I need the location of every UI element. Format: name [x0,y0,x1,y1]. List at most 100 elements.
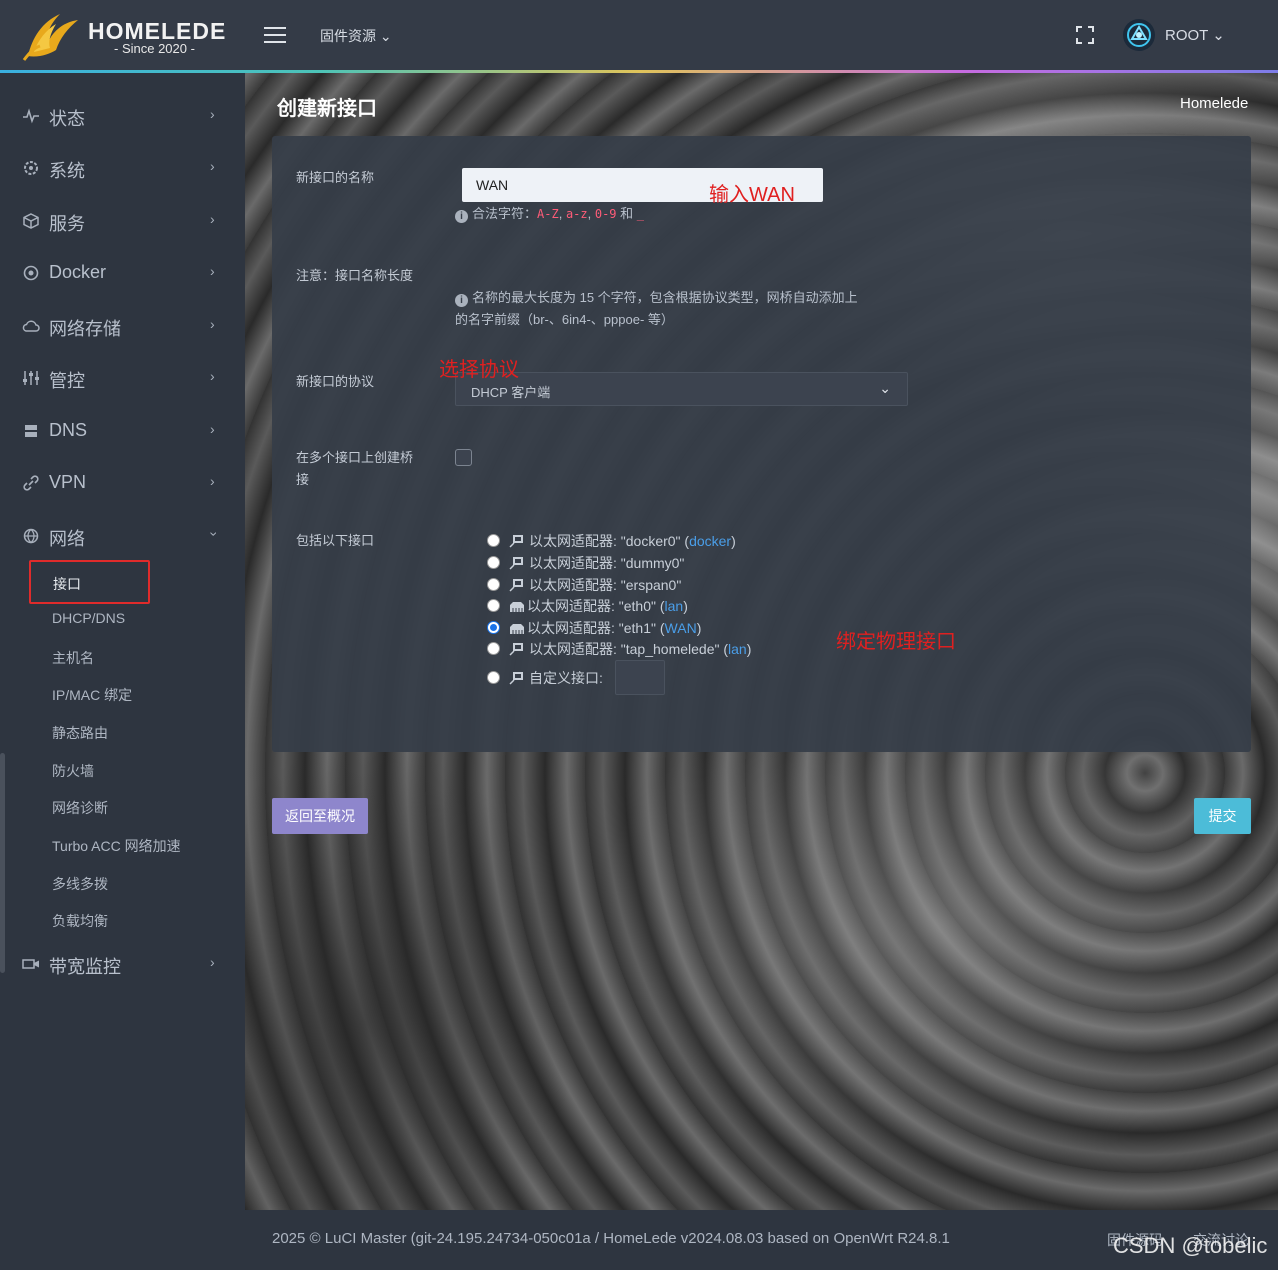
sidebar-subitem-dhcp-dns[interactable]: DHCP/DNS [52,610,125,626]
sidebar-subitem-static-routes[interactable]: 静态路由 [52,723,108,743]
chevron-right-icon: › [210,421,215,437]
sidebar-item-network[interactable]: 网络 › [0,517,245,557]
chevron-right-icon: › [210,106,215,122]
sidebar-subitem-diagnostics[interactable]: 网络诊断 [52,798,108,818]
sidebar-item-docker[interactable]: Docker › [0,254,245,294]
chevron-right-icon: › [210,316,215,332]
camera-icon [22,959,39,969]
sidebar-subitem-ip-mac-binding[interactable]: IP/MAC 绑定 [52,685,132,705]
include-interfaces-label: 包括以下接口 [296,533,375,548]
interface-name-label: 新接口的名称 [296,170,375,185]
chevron-right-icon: › [210,368,215,384]
cube-icon [23,213,39,229]
breadcrumb[interactable]: Homelede [1180,95,1248,112]
fullscreen-icon[interactable] [1075,25,1095,45]
firmware-resources-menu[interactable]: 固件资源 ⌄ [320,26,392,46]
sidebar-subitem-multi-dial[interactable]: 多线多拨 [52,874,108,894]
sidebar-item-label: 网络 [49,529,85,549]
annotation-select-protocol: 选择协议 [439,359,519,381]
interface-radio-selected[interactable] [487,621,500,634]
user-menu[interactable]: ROOT ⌄ [1165,26,1225,44]
interface-zone-link[interactable]: lan [728,641,747,657]
logo[interactable]: HOMELEDE - Since 2020 - [20,8,230,64]
interface-zone-link[interactable]: docker [689,533,731,549]
ethernet-port-icon [509,557,523,570]
sliders-icon [23,371,39,385]
logo-subtitle: - Since 2020 - [114,41,195,56]
annotation-bind-physical: 绑定物理接口 [836,631,956,653]
sidebar-subitem-load-balance[interactable]: 负载均衡 [52,911,108,931]
ethernet-port-icon [509,643,523,656]
top-header: HOMELEDE - Since 2020 - 固件资源 ⌄ ROOT ⌄ [0,0,1278,72]
menu-toggle-icon[interactable] [264,27,286,44]
interface-zone-link[interactable]: lan [665,598,684,614]
sidebar-item-label: DNS [49,420,88,440]
server-icon [25,425,37,437]
sidebar-item-label: 状态 [49,109,85,129]
chevron-down-icon: ⌄ [879,380,891,396]
sidebar-scrollbar[interactable] [0,753,5,973]
avatar[interactable] [1123,19,1155,51]
gear-icon [24,161,38,175]
bridge-label: 在多个接口上创建桥 接 [296,450,414,487]
chevron-down-icon: › [206,531,223,537]
sidebar-subitem-hostnames[interactable]: 主机名 [52,648,94,668]
chevron-right-icon: › [210,473,215,489]
info-icon: i [455,294,468,307]
interface-radio[interactable] [487,642,500,655]
sidebar-item-status[interactable]: 状态 › [0,97,245,137]
interface-radio[interactable] [487,578,500,591]
sidebar-item-label: 服务 [49,214,85,234]
globe-icon [23,528,39,544]
sidebar-item-vpn[interactable]: VPN › [0,464,245,504]
sidebar-item-nas[interactable]: 网络存储 › [0,307,245,347]
chevron-right-icon: › [210,954,215,970]
sidebar: 状态 › 系统 › 服务 › Docker › 网络存储 › 管控 › DNS … [0,73,245,1270]
interface-radio[interactable] [487,556,500,569]
sidebar-item-services[interactable]: 服务 › [0,202,245,242]
custom-interface-input[interactable] [615,660,665,695]
page-title: 创建新接口 [277,98,377,120]
sidebar-subitem-interfaces[interactable]: 接口 [29,560,150,604]
annotation-enter-wan: 输入WAN [709,184,795,206]
sidebar-item-control[interactable]: 管控 › [0,359,245,399]
sidebar-item-label: 管控 [49,371,85,391]
sidebar-item-system[interactable]: 系统 › [0,149,245,189]
cloud-icon [22,320,40,332]
pulse-icon [23,108,39,124]
sidebar-item-bandwidth[interactable]: 带宽监控 › [0,945,245,985]
protocol-select[interactable]: DHCP 客户端 ⌄ [455,372,908,406]
protocol-label: 新接口的协议 [296,374,375,389]
name-hint: i 合法字符：A-Z, a-z, 0-9 和 _ [455,203,644,225]
interface-radio[interactable] [487,671,500,684]
info-icon: i [455,210,468,223]
bridge-checkbox[interactable] [455,449,472,466]
sidebar-item-dns[interactable]: DNS › [0,412,245,452]
ethernet-port-icon [509,672,523,685]
name-length-hint: i 名称的最大长度为 15 个字符，包含根据协议类型，网桥自动添加上 的名字前缀（… [455,290,858,327]
target-icon [23,265,39,281]
chevron-right-icon: › [210,263,215,279]
chevron-right-icon: › [210,211,215,227]
sidebar-subitem-turbo-acc[interactable]: Turbo ACC 网络加速 [52,836,181,856]
submit-button[interactable]: 提交 [1194,798,1251,834]
sidebar-item-label: 带宽监控 [49,957,121,977]
create-interface-card [272,136,1251,752]
sidebar-item-label: Docker [49,262,107,282]
sidebar-item-label: 系统 [49,161,85,181]
watermark: CSDN @tobelic [1113,1233,1268,1258]
link-icon [23,475,39,491]
interface-radio[interactable] [487,534,500,547]
interface-radio[interactable] [487,599,500,612]
interface-zone-link[interactable]: WAN [665,620,697,636]
ethernet-jack-icon [510,602,524,612]
back-to-overview-button[interactable]: 返回至概况 [272,798,368,834]
sidebar-subitem-firewall[interactable]: 防火墙 [52,761,94,781]
footer-text: 2025 © LuCI Master (git-24.195.24734-050… [272,1230,950,1247]
sidebar-item-label: 网络存储 [49,319,121,339]
ethernet-port-icon [509,535,523,548]
ethernet-port-icon [509,579,523,592]
sidebar-subitem-label: 接口 [53,576,81,592]
ethernet-jack-icon [510,624,524,634]
sidebar-item-label: VPN [49,472,87,492]
